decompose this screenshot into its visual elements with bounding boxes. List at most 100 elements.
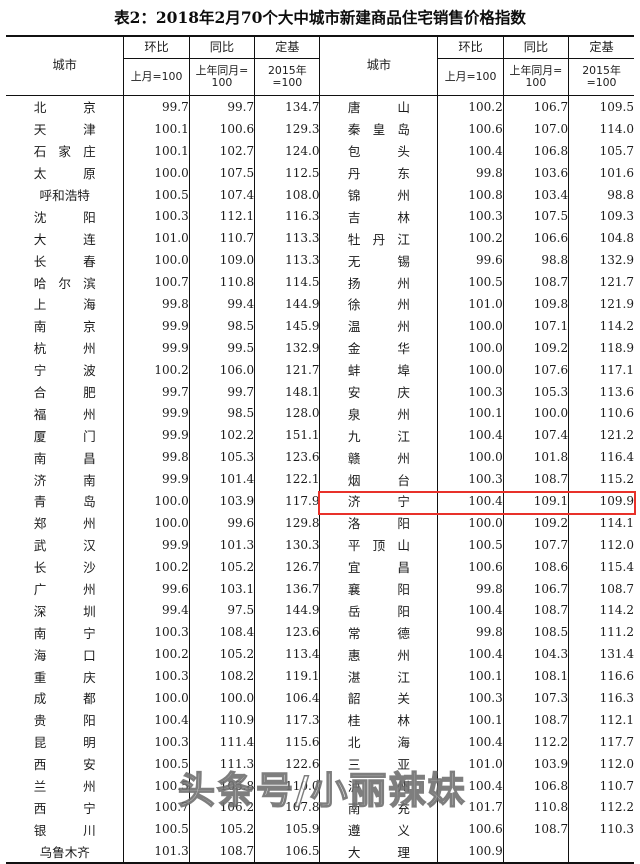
value-base-right: 110.7: [599, 778, 634, 793]
city-name: 沈阳: [33, 209, 96, 225]
header-yoy-left: 同比: [189, 37, 256, 59]
value-mom-right: 100.3: [437, 380, 504, 403]
city-cell-left: 深圳: [6, 599, 125, 622]
value-mom-left: 99.4: [123, 599, 190, 622]
value-yoy-right: 109.1: [503, 490, 570, 512]
value-mom-left: 99.8: [123, 293, 190, 315]
city-name: 九江: [347, 428, 410, 444]
value-mom-left: 100.0: [123, 687, 190, 709]
header-mom-sub-r1: 上月=100: [444, 69, 497, 83]
value-base-right: 110.3: [599, 822, 634, 837]
value-base-right: 111.2: [599, 625, 634, 640]
value-base-left: 124.0: [254, 139, 321, 162]
city-name: 太原: [33, 166, 96, 182]
value-mom-right: 101.7: [437, 796, 504, 819]
value-mom-left: 99.8: [123, 446, 190, 469]
city-cell-left: 大连: [6, 227, 125, 250]
value-yoy-left: 108.7: [189, 840, 256, 863]
value-mom-left: 100.3: [123, 205, 190, 228]
value-base-right: 121.7: [599, 275, 634, 290]
value-base-left: 148.1: [254, 380, 321, 403]
value-yoy-left: 105.8: [189, 774, 256, 797]
value-base-right: 112.0: [599, 537, 634, 552]
value-mom-left: 100.2: [123, 555, 190, 578]
city-name: 锦州: [347, 188, 410, 203]
city-cell-left: 宁波: [6, 358, 125, 381]
header-yoy-sub-r2: 100: [525, 76, 547, 89]
city-name: 深圳: [33, 603, 96, 619]
city-name: 银川: [33, 822, 96, 838]
value-base-left: 136.7: [254, 577, 321, 600]
value-yoy-left: 110.7: [189, 227, 256, 250]
value-mom-right: 101.0: [437, 293, 504, 315]
city-cell-left: 青岛: [6, 490, 125, 512]
table-row: 济南 99.9 101.4 122.1 烟台 100.3 108.7 115.2: [6, 468, 634, 491]
value-yoy-right: 107.0: [503, 117, 570, 140]
city-cell-left: 合肥: [6, 380, 125, 403]
city-name: 西安: [33, 757, 96, 773]
city-cell-right: 泸州: [319, 774, 439, 797]
city-cell-right: 平顶山: [319, 533, 439, 556]
city-cell-left: 乌鲁木齐: [6, 840, 125, 863]
city-cell-right: 徐州: [319, 293, 439, 315]
value-base-left: 115.6: [254, 730, 321, 753]
table-row: 呼和浩特 100.5 107.4 108.0 锦州 100.8 103.4 98.8: [6, 183, 634, 206]
value-yoy-left: 108.4: [189, 621, 256, 644]
value-yoy-left: 100.0: [189, 687, 256, 709]
city-cell-left: 上海: [6, 293, 125, 315]
city-cell-left: 福州: [6, 402, 125, 425]
value-yoy-right: 108.7: [503, 271, 570, 294]
city-name: 泸州: [347, 779, 410, 795]
value-base-right: 116.6: [599, 669, 634, 684]
value-yoy-right: 106.8: [503, 139, 570, 162]
city-name: 南京: [33, 319, 96, 335]
value-yoy-right: 104.3: [503, 643, 570, 666]
value-mom-right: 101.0: [437, 752, 504, 775]
value-mom-right: 100.1: [437, 402, 504, 425]
value-mom-right: 100.0: [437, 511, 504, 534]
value-base-left: 144.9: [254, 599, 321, 622]
city-name: 南充: [347, 800, 410, 816]
value-yoy-left: 111.4: [189, 730, 256, 753]
value-base-left: 117.3: [254, 708, 321, 731]
city-name: 三亚: [347, 757, 410, 773]
value-yoy-left: 107.4: [189, 183, 256, 206]
value-yoy-left: 105.2: [189, 555, 256, 578]
value-base-left: 134.7: [254, 95, 321, 118]
city-cell-right: 蚌埠: [319, 358, 439, 381]
city-cell-left: 北京: [6, 95, 125, 118]
header-base-sub-l2: =100: [272, 76, 303, 89]
city-name: 徐州: [347, 297, 410, 313]
value-mom-left: 100.5: [123, 752, 190, 775]
value-yoy-right: 108.7: [503, 468, 570, 491]
city-cell-right: 扬州: [319, 271, 439, 294]
table-row: 昆明 100.3 111.4 115.6 北海 100.4 112.2 117.7: [6, 730, 634, 753]
value-base-right: 108.7: [599, 581, 634, 596]
city-name: 牡丹江: [347, 231, 410, 247]
value-yoy-left: 105.3: [189, 446, 256, 469]
city-cell-left: 石家庄: [6, 139, 125, 162]
value-yoy-left: 105.2: [189, 818, 256, 841]
value-base-left: 122.1: [254, 468, 321, 491]
value-base-right: 117.7: [599, 734, 634, 749]
table-row: 长春 100.0 109.0 113.3 无锡 99.6 98.8 132.9: [6, 249, 634, 272]
city-cell-right: 无锡: [319, 249, 439, 272]
value-yoy-left: 101.4: [189, 468, 256, 491]
value-mom-left: 100.5: [123, 818, 190, 841]
value-mom-right: 100.4: [437, 599, 504, 622]
value-mom-left: 100.0: [123, 161, 190, 184]
city-name: 青岛: [33, 494, 96, 510]
value-base-left: 117.9: [254, 490, 321, 512]
value-base-left: 113.3: [254, 227, 321, 250]
value-yoy-left: 111.3: [189, 752, 256, 775]
value-yoy-right: 106.6: [503, 227, 570, 250]
header-base-left: 定基: [254, 37, 321, 59]
value-mom-left: 100.1: [123, 117, 190, 140]
value-yoy-left: 99.5: [189, 336, 256, 359]
value-base-left: 116.3: [254, 205, 321, 228]
table-row: 南宁 100.3 108.4 123.6 常德 99.8 108.5 111.2: [6, 621, 634, 644]
city-name: 福州: [33, 406, 96, 422]
city-cell-right: 赣州: [319, 446, 439, 469]
city-cell-left: 贵阳: [6, 708, 125, 731]
city-cell-right: 温州: [319, 314, 439, 337]
